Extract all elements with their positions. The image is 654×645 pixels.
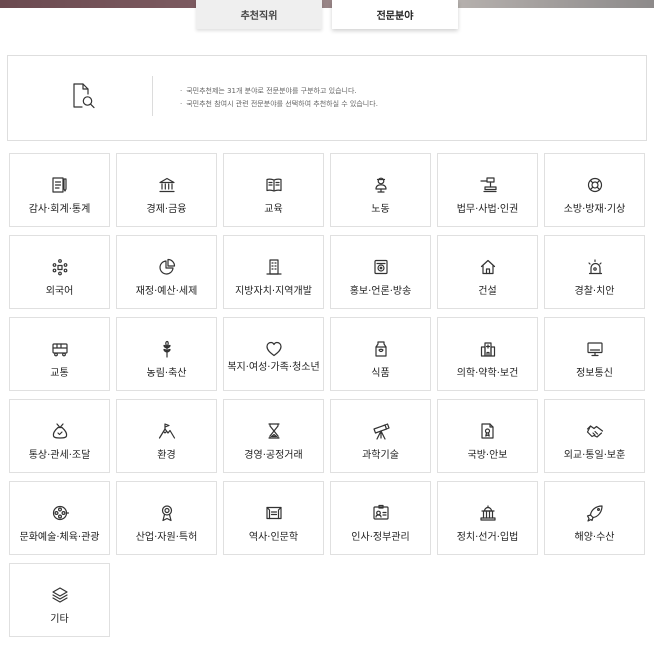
language-dots-icon <box>52 259 68 276</box>
field-card-personnel[interactable]: 인사·정부관리 <box>330 481 431 555</box>
house-icon <box>480 259 496 275</box>
handshake-icon <box>586 425 604 438</box>
field-card-science[interactable]: 과학기술 <box>330 399 431 473</box>
field-card-industry[interactable]: 산업·자원·특허 <box>116 481 217 555</box>
ledger-pen-icon <box>52 177 67 193</box>
milk-carton-icon <box>375 341 387 357</box>
scroll-map-icon <box>266 506 282 520</box>
document-medal-icon <box>481 423 494 439</box>
hero-banner-strip <box>0 0 654 8</box>
money-bag-icon <box>52 423 68 439</box>
field-card-history[interactable]: 역사·인문학 <box>223 481 324 555</box>
hospital-icon <box>480 342 496 357</box>
fish-icon <box>586 505 603 522</box>
field-card-agriculture[interactable]: 농림·축산 <box>116 317 217 391</box>
field-card-diplomacy[interactable]: 외교·통일·보훈 <box>544 399 645 473</box>
id-card-icon <box>373 504 389 520</box>
building-icon <box>266 259 282 275</box>
field-card-police[interactable]: 경찰·치안 <box>544 235 645 309</box>
field-card-education[interactable]: 교육 <box>223 153 324 227</box>
document-search-icon <box>73 83 95 109</box>
gavel-icon <box>480 177 497 193</box>
field-card-audit[interactable]: 감사·회계·통계 <box>9 153 110 227</box>
book-icon <box>266 178 282 192</box>
field-card-justice[interactable]: 법무·사법·인권 <box>437 153 538 227</box>
field-card-welfare[interactable]: 복지·여성·가족·청소년 <box>223 317 324 391</box>
tab-expert-field[interactable]: 전문분야 <box>332 0 458 29</box>
pie-chart-icon <box>159 258 176 275</box>
field-card-fire-safety[interactable]: 소방·방재·기상 <box>544 153 645 227</box>
field-card-local-gov[interactable]: 지방자치·지역개발 <box>223 235 324 309</box>
hourglass-icon <box>268 423 280 439</box>
field-card-etc[interactable]: 기타 <box>9 563 110 637</box>
field-card-medical[interactable]: 의학·약학·보건 <box>437 317 538 391</box>
mountain-flag-icon <box>158 423 176 439</box>
layers-icon <box>52 587 68 603</box>
info-panel: 국민추천제는 31개 분야로 전문분야를 구분하고 있습니다. 국민추천 참여시… <box>7 55 647 141</box>
field-card-culture[interactable]: 문화예술·체육·관광 <box>9 481 110 555</box>
info-divider <box>152 76 153 116</box>
field-card-defense[interactable]: 국방·안보 <box>437 399 538 473</box>
field-card-ict[interactable]: 정보통신 <box>544 317 645 391</box>
field-card-media[interactable]: 홍보·언론·방송 <box>330 235 431 309</box>
field-card-finance[interactable]: 재정·예산·세제 <box>116 235 217 309</box>
field-card-construction[interactable]: 건설 <box>437 235 538 309</box>
siren-icon <box>588 259 603 275</box>
wheat-icon <box>163 340 171 358</box>
field-card-language[interactable]: 외국어 <box>9 235 110 309</box>
parliament-icon <box>480 505 496 521</box>
field-card-management[interactable]: 경영·공정거래 <box>223 399 324 473</box>
worker-icon <box>375 177 387 193</box>
field-card-transport[interactable]: 교통 <box>9 317 110 391</box>
heart-icon <box>266 341 282 357</box>
radio-icon <box>374 259 388 275</box>
info-notes: 국민추천제는 31개 분야로 전문분야를 구분하고 있습니다. 국민추천 참여시… <box>180 85 378 111</box>
field-card-environment[interactable]: 환경 <box>116 399 217 473</box>
info-note: 국민추천 참여시 관련 전문분야를 선택하여 추천하실 수 있습니다. <box>180 98 378 111</box>
telescope-icon <box>373 423 390 440</box>
bank-icon <box>159 177 175 193</box>
bus-icon <box>52 343 68 357</box>
monitor-icon <box>587 342 603 357</box>
field-card-food[interactable]: 식품 <box>330 317 431 391</box>
field-card-labor[interactable]: 노동 <box>330 153 431 227</box>
field-card-maritime[interactable]: 해양·수산 <box>544 481 645 555</box>
award-ribbon-icon <box>161 505 173 522</box>
field-card-economy[interactable]: 경제·금융 <box>116 153 217 227</box>
field-card-trade[interactable]: 통상·관세·조달 <box>9 399 110 473</box>
field-grid: 감사·회계·통계 경제·금융 교육 노동 법무·사법·인권 소방·방재·기상 외… <box>9 153 645 637</box>
field-card-politics[interactable]: 정치·선거·입법 <box>437 481 538 555</box>
info-note: 국민추천제는 31개 분야로 전문분야를 구분하고 있습니다. <box>180 85 378 98</box>
tab-recommended-position[interactable]: 추천직위 <box>196 0 322 29</box>
film-reel-icon <box>52 505 69 521</box>
lifebuoy-icon <box>587 177 603 193</box>
